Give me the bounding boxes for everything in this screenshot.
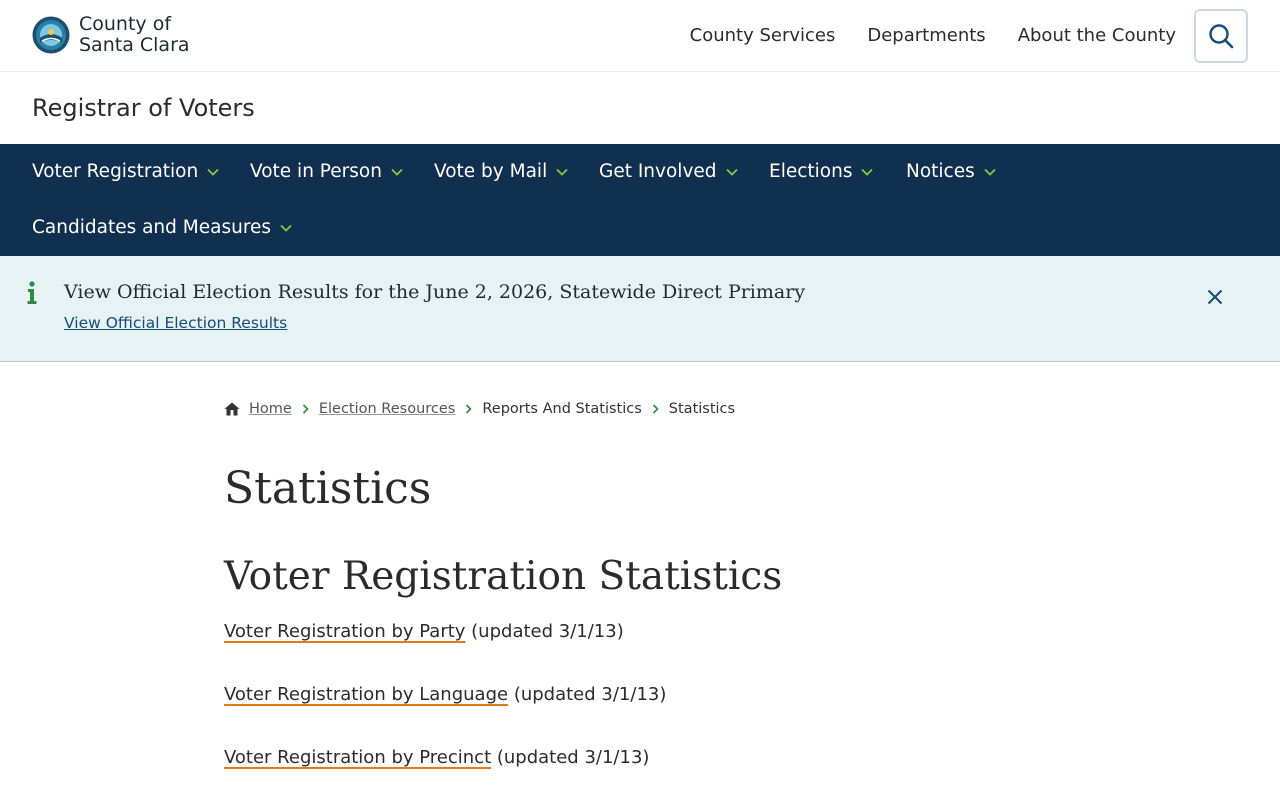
chevron-right-icon [302,404,309,414]
alert-title: View Official Election Results for the J… [64,281,806,303]
breadcrumb-reports-statistics: Reports And Statistics [482,401,642,417]
stat-item: Voter Registration by Party (updated 3/1… [224,620,624,644]
chevron-down-icon [280,224,292,232]
alert-banner [0,256,1280,362]
nav-candidates-measures[interactable]: Candidates and Measures [32,216,292,240]
stat-updated-note: (updated 3/1/13) [465,621,624,642]
nav-vote-in-person[interactable]: Vote in Person [250,160,403,184]
search-icon [1209,24,1234,49]
breadcrumb-election-resources[interactable]: Election Resources [319,399,456,419]
info-icon [27,281,37,304]
nav-get-involved[interactable]: Get Involved [599,160,738,184]
search-button[interactable] [1194,9,1248,63]
nav-vote-by-mail[interactable]: Vote by Mail [434,160,568,184]
county-logo[interactable]: County of Santa Clara [32,14,190,56]
stat-updated-note: (updated 3/1/13) [508,684,667,705]
main-nav: Voter Registration Vote in Person Vote b… [0,144,1280,256]
nav-about-county[interactable]: About the County [1018,24,1176,48]
stat-link-precinct[interactable]: Voter Registration by Precinct [224,747,491,768]
county-name: County of Santa Clara [79,13,190,56]
nav-voter-registration[interactable]: Voter Registration [32,160,219,184]
stat-link-language[interactable]: Voter Registration by Language [224,684,508,705]
nav-elections[interactable]: Elections [769,160,874,184]
stat-item: Voter Registration by Precinct (updated … [224,746,649,770]
breadcrumb: Home Election Resources Reports And Stat… [224,399,735,419]
breadcrumb-home[interactable]: Home [249,399,292,419]
chevron-down-icon [725,168,738,176]
section-title: Voter Registration Statistics [224,554,783,599]
close-icon[interactable] [1205,287,1225,307]
stat-link-party[interactable]: Voter Registration by Party [224,621,465,642]
chevron-down-icon [861,168,874,176]
top-nav: County Services Departments About the Co… [690,24,1176,48]
page-title: Statistics [224,463,432,514]
department-title[interactable]: Registrar of Voters [32,93,255,123]
breadcrumb-current: Statistics [668,401,736,417]
chevron-down-icon [391,168,403,176]
department-header: Registrar of Voters [0,73,1280,144]
chevron-down-icon [984,168,996,176]
nav-departments[interactable]: Departments [867,24,985,48]
nav-notices[interactable]: Notices [906,160,996,184]
chevron-down-icon [556,168,568,176]
stat-updated-note: (updated 3/1/13) [491,747,650,768]
home-icon [224,402,240,416]
chevron-right-icon [466,404,472,414]
site-header: County of Santa Clara County Services De… [0,0,1280,72]
alert-link[interactable]: View Official Election Results [64,313,287,333]
chevron-right-icon [652,404,659,414]
stat-item: Voter Registration by Language (updated … [224,683,666,707]
chevron-down-icon [207,168,219,176]
nav-county-services[interactable]: County Services [690,24,836,48]
county-seal-icon [32,16,70,54]
